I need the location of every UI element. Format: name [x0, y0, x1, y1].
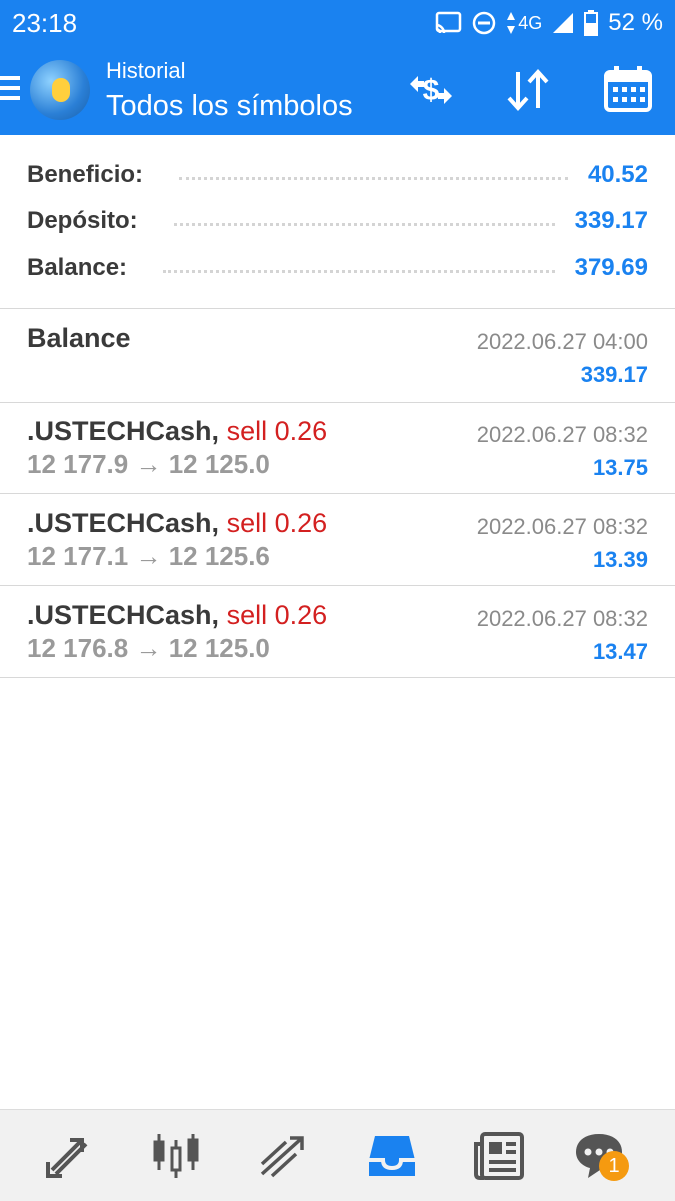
open-price: 12 177.1 — [27, 541, 129, 571]
do-not-disturb-icon — [473, 11, 496, 35]
deposit-label: Depósito: — [27, 207, 138, 234]
entry-amount: 13.39 — [592, 547, 648, 572]
trade-side: sell 0.26 — [226, 508, 328, 538]
entry-date: 2022.06.27 04:00 — [476, 329, 648, 354]
entry-amount: 13.75 — [592, 455, 648, 480]
arrow-icon: → — [135, 633, 162, 663]
page-subtitle: Historial — [106, 58, 186, 83]
history-item-balance[interactable]: Balance 2022.06.27 04:00 339.17 — [0, 309, 675, 403]
entry-date: 2022.06.27 08:32 — [476, 514, 648, 539]
summary-row-deposit: Depósito: 339.17 — [27, 201, 648, 241]
trade-side: sell 0.26 — [226, 600, 328, 630]
dotted-leader — [179, 176, 568, 180]
symbol-name: .USTECHCash, — [27, 600, 220, 630]
menu-icon[interactable] — [0, 76, 20, 102]
entry-amount: 13.47 — [592, 639, 648, 664]
balance-value: 379.69 — [574, 254, 648, 281]
dotted-leader — [163, 269, 555, 273]
deposit-value: 339.17 — [574, 207, 648, 234]
signal-icon — [553, 13, 574, 33]
history-item-deal[interactable]: .USTECHCash, sell 0.26 12 176.8 → 12 125… — [0, 586, 675, 678]
close-price: 12 125.0 — [168, 633, 270, 663]
status-bar: 23:18 4G 52 % — [0, 0, 675, 46]
calendar-icon[interactable] — [601, 64, 655, 116]
entry-date: 2022.06.27 08:32 — [476, 606, 648, 631]
summary-row-balance: Balance: 379.69 — [27, 248, 648, 288]
sort-icon[interactable] — [501, 64, 555, 116]
page-title[interactable]: Todos los símbolos — [106, 90, 353, 123]
data-arrows-icon — [507, 12, 516, 34]
trade-side: sell 0.26 — [226, 416, 328, 446]
bottom-navigation — [0, 1109, 675, 1201]
entry-amount: 339.17 — [580, 362, 648, 387]
battery-icon — [584, 10, 599, 36]
entry-title: Balance — [27, 323, 131, 353]
network-type: 4G — [518, 12, 543, 33]
entry-symbol: .USTECHCash, sell 0.26 — [27, 600, 327, 631]
history-item-deal[interactable]: .USTECHCash, sell 0.26 12 177.9 → 12 125… — [0, 402, 675, 494]
svg-text:$: $ — [423, 74, 440, 107]
open-price: 12 177.9 — [27, 449, 129, 479]
entry-date: 2022.06.27 08:32 — [476, 422, 648, 447]
cast-icon — [436, 11, 462, 34]
arrow-icon: → — [135, 541, 162, 571]
summary-panel: Beneficio: 40.52 Depósito: 339.17 Balanc… — [0, 135, 675, 309]
news-icon[interactable] — [472, 1130, 526, 1182]
history-icon[interactable] — [365, 1130, 419, 1182]
entry-symbol: .USTECHCash, sell 0.26 — [27, 508, 327, 539]
quotes-icon[interactable] — [42, 1130, 96, 1182]
symbol-name: .USTECHCash, — [27, 508, 220, 538]
entry-symbol: .USTECHCash, sell 0.26 — [27, 416, 327, 447]
battery-percent: 52 % — [608, 9, 663, 36]
app-logo[interactable] — [30, 60, 90, 120]
chart-icon[interactable] — [149, 1130, 203, 1182]
entry-prices: 12 176.8 → 12 125.0 — [27, 633, 270, 664]
summary-row-profit: Beneficio: 40.52 — [27, 155, 648, 195]
chat-badge: 1 — [599, 1151, 629, 1181]
dotted-leader — [173, 222, 555, 226]
symbol-name: .USTECHCash, — [27, 416, 220, 446]
trade-icon[interactable] — [256, 1130, 310, 1182]
arrow-icon: → — [135, 449, 162, 479]
history-item-deal[interactable]: .USTECHCash, sell 0.26 12 177.1 → 12 125… — [0, 494, 675, 586]
status-icons: 4G 52 % — [434, 8, 663, 38]
balance-label: Balance: — [27, 254, 128, 281]
close-price: 12 125.6 — [168, 541, 270, 571]
close-price: 12 125.0 — [168, 449, 270, 479]
entry-prices: 12 177.1 → 12 125.6 — [27, 541, 270, 572]
app-bar: Historial Todos los símbolos $ — [0, 46, 675, 135]
entry-prices: 12 177.9 → 12 125.0 — [27, 449, 270, 480]
profit-label: Beneficio: — [27, 161, 144, 188]
profit-value: 40.52 — [587, 161, 648, 188]
status-time: 23:18 — [12, 8, 78, 38]
currency-exchange-icon[interactable]: $ — [404, 64, 458, 116]
open-price: 12 176.8 — [27, 633, 129, 663]
